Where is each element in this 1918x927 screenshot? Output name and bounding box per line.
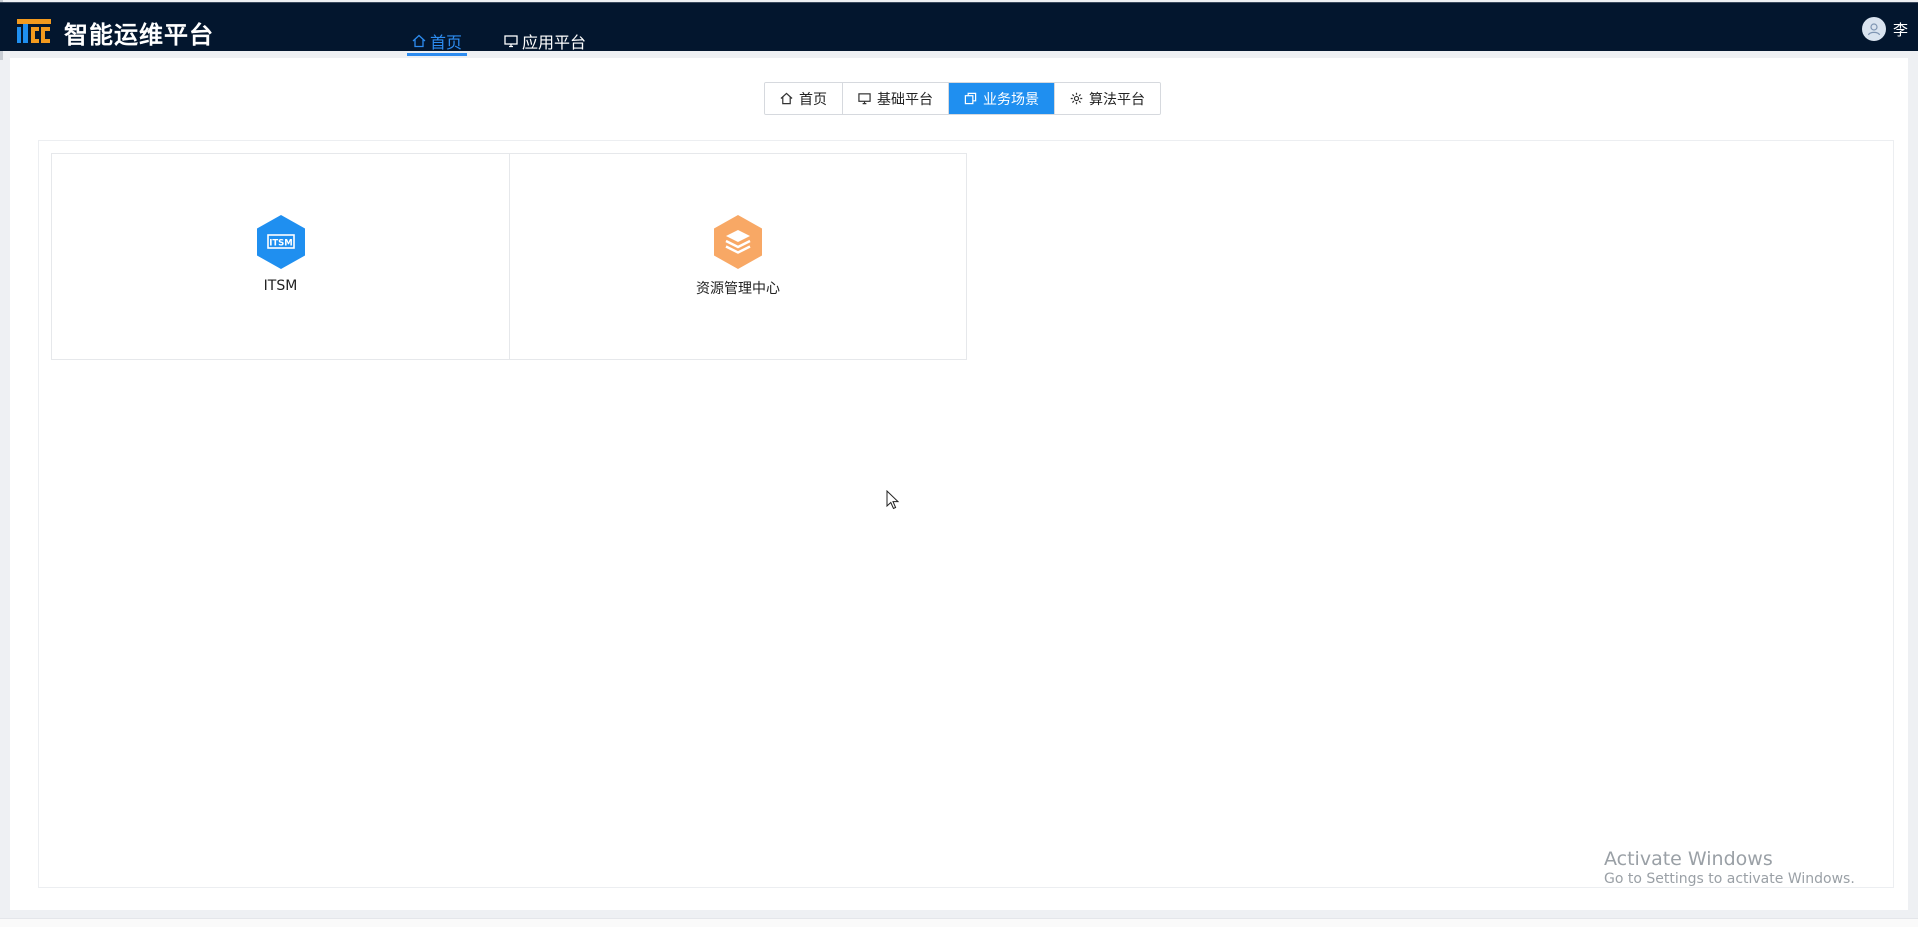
- app-card-itsm-label: ITSM: [263, 278, 298, 294]
- itsm-hexagon-icon: ITSM: [256, 215, 305, 269]
- app-card-row: ITSM ITSM 资源管理中心: [51, 153, 967, 360]
- category-tabs: 首页 基础平台 业务场景 算法平台: [764, 82, 1161, 115]
- active-underline: [407, 53, 468, 56]
- app-header: 智能运维平台 首页 应用平台 李: [0, 2, 1918, 56]
- watermark-line2: Go to Settings to activate Windows.: [1604, 870, 1855, 887]
- tab-business-scenarios-label: 业务场景: [983, 91, 1039, 108]
- app-title: 智能运维平台: [64, 21, 214, 49]
- tab-basic-platform-label: 基础平台: [877, 91, 933, 108]
- tab-basic-platform[interactable]: 基础平台: [843, 83, 949, 114]
- home-icon: [780, 92, 793, 105]
- avatar: [1861, 17, 1886, 41]
- main-panel: 首页 基础平台 业务场景 算法平台 ITSM ITSM 资源管理中心: [10, 58, 1908, 910]
- activation-watermark: Activate Windows Go to Settings to activ…: [1604, 848, 1855, 888]
- user-name: 李: [1892, 20, 1908, 39]
- bottom-bar: [0, 918, 1918, 927]
- monitor-icon: [858, 93, 871, 105]
- top-nav-home[interactable]: 首页: [407, 27, 468, 56]
- gear-icon: [1070, 92, 1083, 105]
- itsm-badge: ITSM: [269, 239, 293, 249]
- itcc-logo: [17, 17, 51, 45]
- watermark-line1: Activate Windows: [1604, 848, 1773, 870]
- copy-icon: [964, 92, 977, 105]
- app-card-itsm[interactable]: ITSM ITSM: [52, 154, 509, 359]
- home-icon: [412, 34, 426, 47]
- monitor-icon: [504, 34, 518, 47]
- tab-business-scenarios[interactable]: 业务场景: [949, 83, 1055, 114]
- tab-home-label: 首页: [799, 91, 827, 108]
- user-menu[interactable]: 李: [1861, 17, 1908, 41]
- top-nav-home-label: 首页: [430, 32, 463, 52]
- user-icon: [1867, 23, 1881, 36]
- top-nav-app-platform[interactable]: 应用平台: [504, 27, 586, 54]
- tab-home[interactable]: 首页: [765, 83, 843, 114]
- app-card-resource-center-label: 资源管理中心: [696, 281, 780, 297]
- tab-algorithm-platform-label: 算法平台: [1089, 91, 1145, 108]
- app-grid-container: ITSM ITSM 资源管理中心: [38, 140, 1894, 888]
- top-nav-app-platform-label: 应用平台: [522, 32, 587, 52]
- mouse-cursor-icon: [886, 490, 900, 510]
- layers-hexagon-icon: [714, 215, 762, 269]
- app-card-resource-center[interactable]: 资源管理中心: [509, 154, 966, 359]
- tab-algorithm-platform[interactable]: 算法平台: [1055, 83, 1160, 114]
